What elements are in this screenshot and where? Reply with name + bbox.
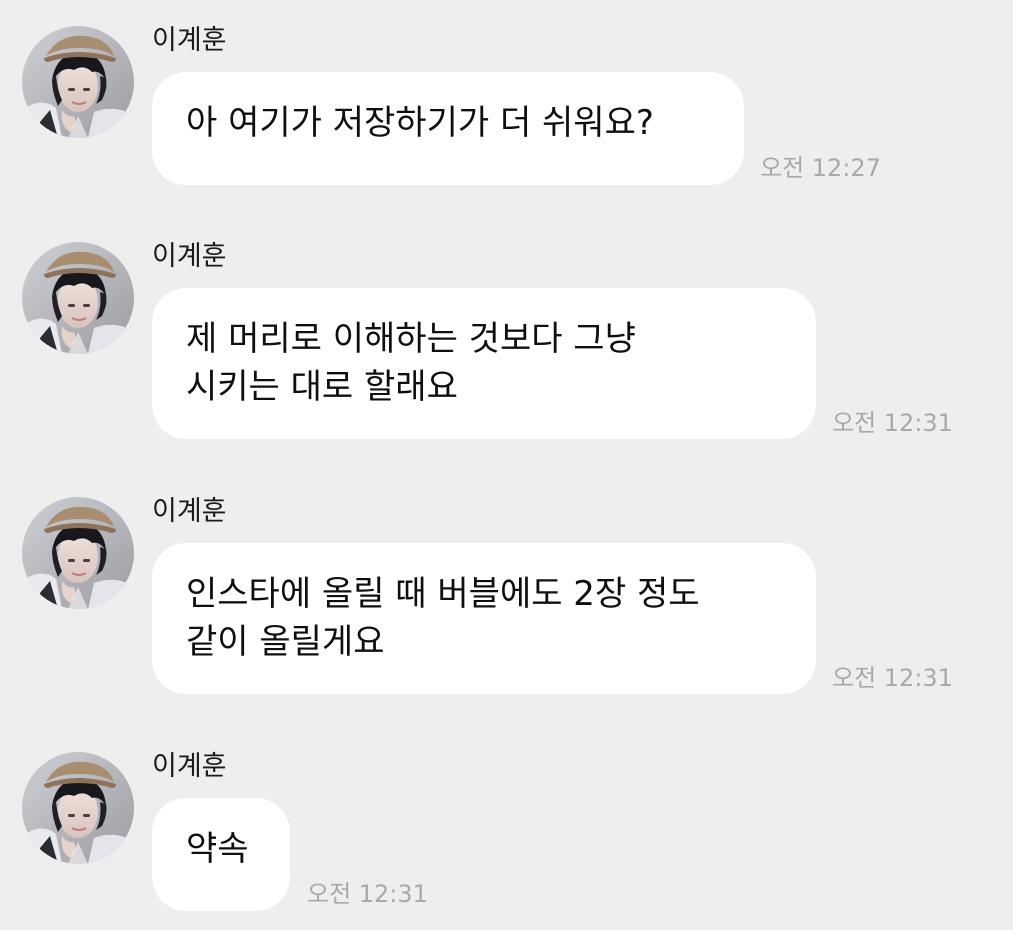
message-text: 같이 올릴게요 bbox=[186, 622, 385, 662]
profile-avatar[interactable] bbox=[22, 26, 134, 138]
profile-avatar[interactable] bbox=[22, 242, 134, 354]
message-bubble[interactable]: 인스타에 올릴 때 버블에도 2장 정도 같이 올릴게요 bbox=[152, 543, 816, 694]
message-timestamp: 오전 12:31 bbox=[307, 880, 428, 908]
sender-name[interactable]: 이계훈 bbox=[152, 24, 227, 58]
message-bubble[interactable]: 제 머리로 이해하는 것보다 그냥 시키는 대로 할래요 bbox=[152, 288, 816, 439]
sender-name[interactable]: 이계훈 bbox=[152, 750, 227, 784]
message-bubble[interactable]: 약속 bbox=[152, 798, 290, 911]
message-timestamp: 오전 12:27 bbox=[760, 154, 881, 182]
message-bubble[interactable]: 아 여기가 저장하기가 더 쉬워요? bbox=[152, 72, 744, 185]
message-text: 시키는 대로 할래요 bbox=[186, 367, 458, 407]
message-text: 약속 bbox=[186, 829, 249, 869]
message-timestamp: 오전 12:31 bbox=[832, 664, 953, 692]
avatar-image bbox=[22, 26, 134, 138]
message-text: 인스타에 올릴 때 버블에도 2장 정도 bbox=[186, 574, 700, 614]
avatar-image bbox=[22, 752, 134, 864]
avatar-image bbox=[22, 242, 134, 354]
sender-name[interactable]: 이계훈 bbox=[152, 240, 227, 274]
message-timestamp: 오전 12:31 bbox=[832, 409, 953, 437]
sender-name[interactable]: 이계훈 bbox=[152, 495, 227, 529]
profile-avatar[interactable] bbox=[22, 752, 134, 864]
message-text: 제 머리로 이해하는 것보다 그냥 bbox=[186, 319, 636, 359]
message-text: 아 여기가 저장하기가 더 쉬워요? bbox=[186, 103, 654, 143]
avatar-image bbox=[22, 497, 134, 609]
profile-avatar[interactable] bbox=[22, 497, 134, 609]
